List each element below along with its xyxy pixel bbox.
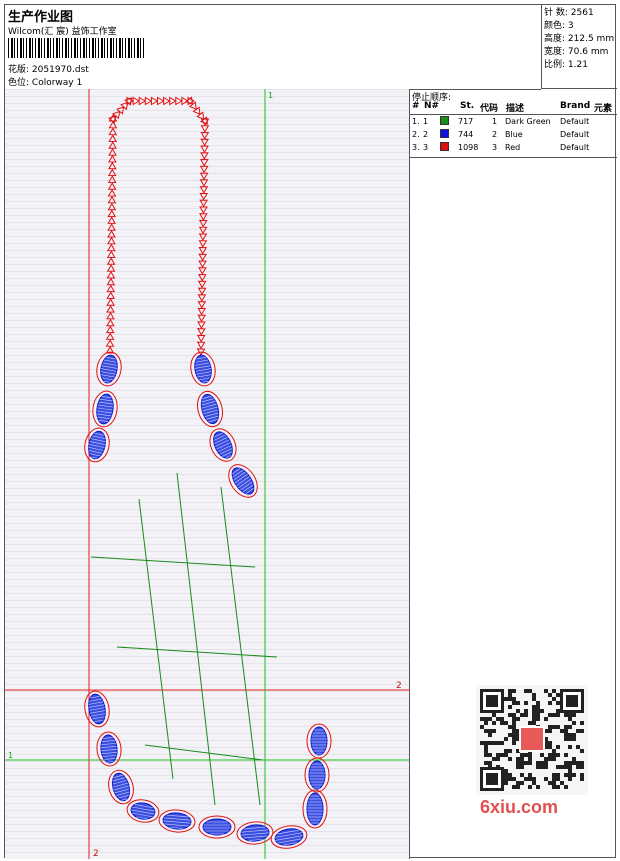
color-swatch [440, 141, 449, 155]
watermark-logo: 6xiu.com [480, 797, 559, 817]
color-swatch [440, 115, 449, 129]
col-n: N# [424, 101, 440, 111]
guide-label-v1: 1 [268, 91, 273, 100]
blue-bead-fills [84, 351, 332, 849]
qr-pattern [476, 685, 588, 795]
guide-label-h1: 1 [8, 751, 13, 760]
col-element: 元素 [594, 104, 613, 114]
production-worksheet: 生产作业图 Wilcom(汇 宸) 益饰工作室 花版: 2051970.dst … [4, 4, 617, 859]
stat-width: 宽度: 70.6 mm [544, 47, 609, 57]
barcode-image [8, 38, 144, 58]
stat-colors: 颜色: 3 [544, 21, 574, 31]
table-divider [410, 157, 617, 158]
guide-label-h2: 2 [396, 681, 402, 691]
page-title: 生产作业图 [8, 10, 74, 25]
table-header: # N# St. 代码 描述 Brand 元素 [410, 101, 617, 115]
header-block: 生产作业图 Wilcom(汇 宸) 益饰工作室 花版: 2051970.dst … [5, 5, 541, 90]
design-file-line: 花版: 2051970.dst [8, 62, 89, 75]
stats-panel: 针 数: 2561 颜色: 3 高度: 212.5 mm 宽度: 70.6 mm… [541, 5, 617, 89]
red-chain-stitches [105, 96, 210, 357]
color-swatch [440, 128, 449, 142]
embroidery-drawing: 1 2 1 2 [5, 89, 410, 859]
col-code: 代码 [480, 104, 499, 114]
col-stitches: St. [460, 101, 475, 111]
colorway-line: 色位: Colorway 1 [8, 75, 82, 88]
design-file-value: 2051970.dst [31, 65, 89, 75]
table-row: 1. 1 717 1 Dark Green Default [410, 115, 617, 128]
table-row: 3. 3 1098 3 Red Default [410, 141, 617, 154]
stop-sequence-panel: 停止顺序: # N# St. 代码 描述 Brand 元素 1. 1 717 1… [410, 89, 617, 859]
colorway-label: 色位: [8, 78, 30, 88]
table-row: 2. 2 744 2 Blue Default [410, 128, 617, 141]
stat-scale: 比例: 1.21 [544, 60, 588, 70]
guide-label-v2: 2 [93, 849, 99, 859]
design-file-label: 花版: [8, 65, 30, 75]
company-name: Wilcom(汇 宸) 益饰工作室 [8, 27, 117, 37]
green-stitch-lines [90, 472, 278, 806]
design-preview: 1 2 1 2 [5, 89, 410, 859]
stat-height: 高度: 212.5 mm [544, 34, 615, 44]
col-brand: Brand [560, 101, 591, 111]
col-hash: # [412, 101, 420, 111]
colorway-value: Colorway 1 [31, 78, 83, 88]
col-desc: 描述 [506, 104, 525, 114]
stat-stitches: 针 数: 2561 [544, 8, 594, 18]
qr-code-image [476, 685, 588, 795]
